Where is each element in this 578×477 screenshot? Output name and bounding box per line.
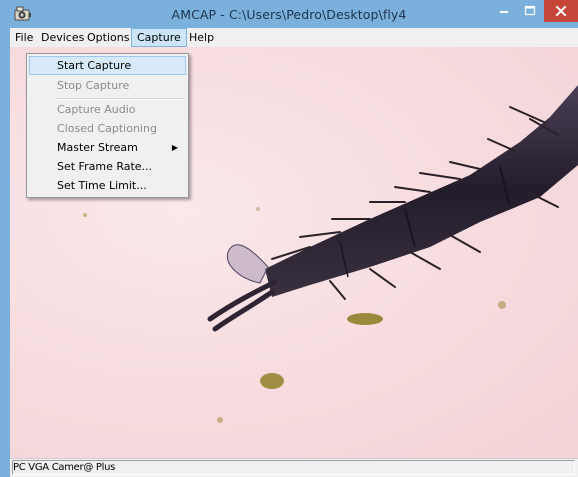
chevron-right-icon: ▶ bbox=[171, 143, 178, 152]
menu-options[interactable]: Options bbox=[82, 28, 134, 47]
menu-item-closed-captioning[interactable]: Closed Captioning bbox=[29, 119, 186, 138]
menu-item-master-stream[interactable]: Master Stream ▶ bbox=[29, 138, 186, 157]
close-icon bbox=[555, 5, 567, 17]
close-button[interactable] bbox=[544, 0, 578, 22]
menu-item-master-stream-label: Master Stream bbox=[57, 141, 138, 154]
status-device-name: PC VGA Camer@ Plus bbox=[13, 462, 116, 473]
amcap-window: AMCAP - C:\Users\Pedro\Desktop\fly4 File… bbox=[0, 0, 578, 477]
menu-file[interactable]: File bbox=[10, 28, 38, 47]
menu-item-capture-audio[interactable]: Capture Audio bbox=[29, 100, 186, 119]
menu-item-set-time-limit[interactable]: Set Time Limit... bbox=[29, 176, 186, 195]
menu-item-stop-capture[interactable]: Stop Capture bbox=[29, 76, 186, 95]
title-bar[interactable]: AMCAP - C:\Users\Pedro\Desktop\fly4 bbox=[0, 0, 578, 28]
menu-bar: File Devices Options Capture Help bbox=[10, 28, 578, 48]
maximize-button[interactable] bbox=[517, 0, 543, 22]
status-bar: PC VGA Camer@ Plus bbox=[10, 458, 578, 477]
minimize-icon bbox=[500, 11, 508, 13]
maximize-icon bbox=[524, 5, 536, 16]
menu-help[interactable]: Help bbox=[184, 28, 219, 47]
minimize-button[interactable] bbox=[491, 0, 517, 22]
menu-item-set-frame-rate[interactable]: Set Frame Rate... bbox=[29, 157, 186, 176]
menu-capture[interactable]: Capture bbox=[131, 28, 187, 47]
menu-item-start-capture[interactable]: Start Capture bbox=[29, 56, 186, 75]
capture-menu-dropdown: Start Capture Stop Capture Capture Audio… bbox=[26, 53, 189, 198]
